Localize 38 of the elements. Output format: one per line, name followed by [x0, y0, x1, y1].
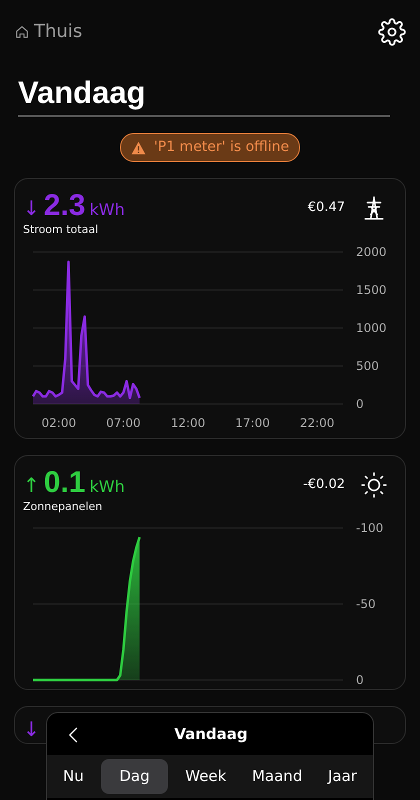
axis-label: 1000	[356, 320, 387, 335]
card-label: Zonnepanelen	[23, 498, 104, 515]
back-link[interactable]: Thuis	[14, 18, 82, 45]
period-title: Vandaag	[173, 724, 249, 745]
period-tab[interactable]: Maand	[244, 759, 310, 794]
axis-label: 0	[356, 396, 364, 411]
energy-value: 2.3	[44, 191, 86, 222]
axis-label: 22:00	[300, 416, 334, 430]
direction-arrow: ↑	[23, 474, 40, 495]
energy-unit: kWh	[89, 476, 125, 498]
cost-value: €0.47	[308, 199, 345, 218]
card-label: Stroom totaal	[23, 222, 100, 238]
energy-value: 0.1	[44, 468, 86, 498]
period-tab[interactable]: Dag	[101, 759, 168, 794]
axis-label: 1500	[356, 282, 387, 297]
axis-label: 500	[356, 358, 379, 373]
warning-icon	[130, 140, 146, 155]
axis-label: -100	[356, 521, 384, 536]
period-tab[interactable]: Week	[177, 759, 234, 794]
pylon-icon	[364, 196, 384, 220]
energy-unit: kWh	[89, 199, 125, 222]
settings-icon[interactable]	[378, 18, 406, 46]
period-tab[interactable]: Nu	[55, 759, 92, 794]
offline-alert: 'P1 meter' is offline	[120, 133, 300, 162]
page-title: Vandaag	[18, 74, 146, 112]
axis-label: 17:00	[235, 416, 270, 430]
sun-icon	[361, 472, 387, 498]
direction-arrow: ↓	[23, 719, 40, 740]
axis-label: 2000	[356, 244, 387, 259]
axis-label: 02:00	[42, 416, 76, 430]
direction-arrow: ↓	[23, 198, 40, 218]
axis-label: 12:00	[170, 416, 206, 430]
axis-label: -50	[356, 597, 376, 612]
axis-label: 07:00	[106, 416, 141, 430]
axis-label: 0	[356, 673, 364, 686]
home-icon	[14, 24, 30, 40]
period-tab[interactable]: Jaar	[320, 759, 365, 794]
cost-value: -€0.02	[303, 476, 345, 494]
